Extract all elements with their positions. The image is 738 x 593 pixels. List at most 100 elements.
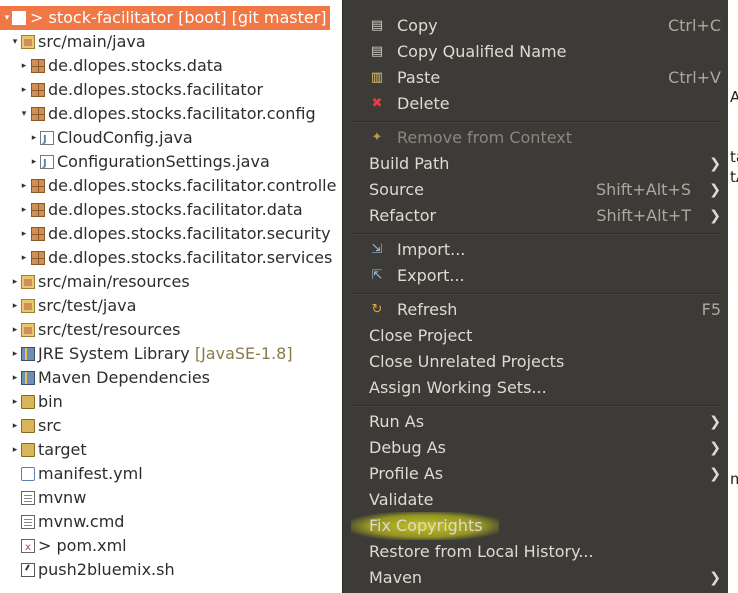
menu-item-import[interactable]: ⇲ Import... xyxy=(343,237,729,263)
expand-arrow-icon[interactable]: ▸ xyxy=(10,294,20,318)
menu-item-label: Build Path xyxy=(369,154,450,173)
menu-item-copy-qualified-name[interactable]: ▤ Copy Qualified Name xyxy=(343,39,729,65)
tree-item-label: de.dlopes.stocks.facilitator.security xyxy=(48,224,331,243)
background-editor-edge: A ta tA m xyxy=(728,0,738,593)
tree-item-label: de.dlopes.stocks.data xyxy=(48,56,223,75)
menu-item-validate[interactable]: Validate xyxy=(343,487,729,513)
menu-item-label: Fix Copyrights xyxy=(369,516,483,535)
menu-item-copy[interactable]: ▤ Copy Ctrl+C xyxy=(343,13,729,39)
submenu-arrow-icon: ❯ xyxy=(709,466,721,482)
menu-item-label: Restore from Local History... xyxy=(369,542,594,561)
expand-arrow-icon[interactable]: ▸ xyxy=(29,126,39,150)
menu-item-accelerator: F5 xyxy=(701,300,721,319)
expand-arrow-icon[interactable]: ▸ xyxy=(10,342,20,366)
submenu-arrow-icon: ❯ xyxy=(709,440,721,456)
tree-item-project-root[interactable]: ▾ > stock-facilitator [boot] [git master… xyxy=(0,6,330,32)
menu-item-restore-from-local-history[interactable]: Restore from Local History... xyxy=(343,539,729,565)
menu-item-label: Validate xyxy=(369,490,434,509)
tree-item-label: src/main/resources xyxy=(38,272,190,291)
tree-item-label: manifest.yml xyxy=(38,464,143,483)
menu-item-paste[interactable]: ▥ Paste Ctrl+V xyxy=(343,65,729,91)
menu-item-source[interactable]: Source Shift+Alt+S ❯ xyxy=(343,177,729,203)
expand-arrow-icon[interactable]: ▸ xyxy=(10,318,20,342)
java-file-icon xyxy=(40,128,54,152)
package-icon xyxy=(31,251,45,265)
menu-item-debug-as[interactable]: Debug As ❯ xyxy=(343,435,729,461)
menu-item-export[interactable]: ⇱ Export... xyxy=(343,263,729,289)
expand-arrow-icon[interactable]: ▸ xyxy=(19,222,29,246)
tree-item-label: de.dlopes.stocks.facilitator xyxy=(48,80,264,99)
expand-arrow-icon[interactable]: ▸ xyxy=(29,150,39,174)
package-icon xyxy=(31,227,45,241)
menu-item-close-project[interactable]: Close Project xyxy=(343,323,729,349)
menu-item-profile-as[interactable]: Profile As ❯ xyxy=(343,461,729,487)
menu-item-close-unrelated-projects[interactable]: Close Unrelated Projects xyxy=(343,349,729,375)
menu-item-label: Maven xyxy=(369,568,423,587)
source-folder-icon xyxy=(21,275,35,289)
edge-text-fragment: m xyxy=(730,470,738,488)
tree-item-label: src xyxy=(38,416,62,435)
tree-item-label: de.dlopes.stocks.facilitator.data xyxy=(48,200,303,219)
package-icon xyxy=(31,179,45,193)
tree-item-label: de.dlopes.stocks.facilitator.config xyxy=(48,104,316,123)
edge-text-fragment: A xyxy=(730,88,738,106)
tree-item-label: JRE System Library xyxy=(38,344,190,363)
import-icon: ⇲ xyxy=(371,242,383,257)
menu-separator xyxy=(351,233,721,235)
expand-arrow-icon[interactable]: ▸ xyxy=(10,414,20,438)
menu-item-label: Profile As xyxy=(369,464,444,483)
java-file-icon xyxy=(40,152,54,176)
tree-item-label: Maven Dependencies xyxy=(38,368,211,387)
paste-icon: ▥ xyxy=(370,70,384,85)
collapse-arrow-icon[interactable]: ▾ xyxy=(10,30,20,54)
tree-item-label: src/main/java xyxy=(38,32,146,51)
copy-icon: ▤ xyxy=(370,44,384,59)
menu-item-label: Close Project xyxy=(369,326,473,345)
expand-arrow-icon[interactable]: ▸ xyxy=(19,78,29,102)
expand-arrow-icon[interactable]: ▸ xyxy=(10,270,20,294)
tree-item-label: > stock-facilitator [boot] [git master] xyxy=(30,8,327,27)
package-icon xyxy=(31,107,45,121)
menu-item-accelerator: Ctrl+V xyxy=(668,68,721,87)
menu-separator xyxy=(351,121,721,123)
expand-arrow-icon[interactable]: ▸ xyxy=(19,54,29,78)
script-file-icon xyxy=(21,563,35,577)
submenu-arrow-icon: ❯ xyxy=(709,414,721,430)
expand-arrow-icon[interactable]: ▸ xyxy=(10,438,20,462)
expand-arrow-icon[interactable]: ▸ xyxy=(19,174,29,198)
menu-item-label: Debug As xyxy=(369,438,446,457)
expand-arrow-icon[interactable]: ▸ xyxy=(19,246,29,270)
collapse-arrow-icon[interactable]: ▾ xyxy=(19,102,29,126)
menu-item-refactor[interactable]: Refactor Shift+Alt+T ❯ xyxy=(343,203,729,229)
tree-item-label: > pom.xml xyxy=(38,536,127,555)
menu-item-remove-from-context[interactable]: ✦ Remove from Context xyxy=(343,125,729,151)
menu-item-label: Remove from Context xyxy=(397,128,573,147)
collapse-arrow-icon[interactable]: ▾ xyxy=(2,6,12,30)
menu-item-delete[interactable]: ✖ Delete xyxy=(343,91,729,117)
menu-item-refresh[interactable]: ↻ Refresh F5 xyxy=(343,297,729,323)
menu-item-run-as[interactable]: Run As ❯ xyxy=(343,409,729,435)
xml-file-icon xyxy=(21,536,35,560)
menu-item-assign-working-sets[interactable]: Assign Working Sets... xyxy=(343,375,729,401)
menu-item-label: Copy Qualified Name xyxy=(397,42,567,61)
folder-icon xyxy=(21,395,35,409)
expand-arrow-icon[interactable]: ▸ xyxy=(19,198,29,222)
source-folder-icon xyxy=(21,35,35,49)
submenu-arrow-icon: ❯ xyxy=(709,208,721,224)
text-file-icon xyxy=(21,515,35,529)
menu-item-fix-copyrights[interactable]: Fix Copyrights xyxy=(343,513,729,539)
tree-item-label: src/test/resources xyxy=(38,320,181,339)
menu-item-maven[interactable]: Maven ❯ xyxy=(343,565,729,591)
menu-separator xyxy=(351,405,721,407)
submenu-arrow-icon: ❯ xyxy=(709,156,721,172)
menu-item-label: Import... xyxy=(397,240,466,259)
tree-item-label: src/test/java xyxy=(38,296,137,315)
menu-item-label: Assign Working Sets... xyxy=(369,378,547,397)
menu-item-build-path[interactable]: Build Path ❯ xyxy=(343,151,729,177)
delete-icon: ✖ xyxy=(371,96,383,111)
menu-separator xyxy=(351,293,721,295)
expand-arrow-icon[interactable]: ▸ xyxy=(10,390,20,414)
menu-item-label: Export... xyxy=(397,266,465,285)
jre-version-decoration: [JavaSE-1.8] xyxy=(194,344,293,363)
expand-arrow-icon[interactable]: ▸ xyxy=(10,366,20,390)
